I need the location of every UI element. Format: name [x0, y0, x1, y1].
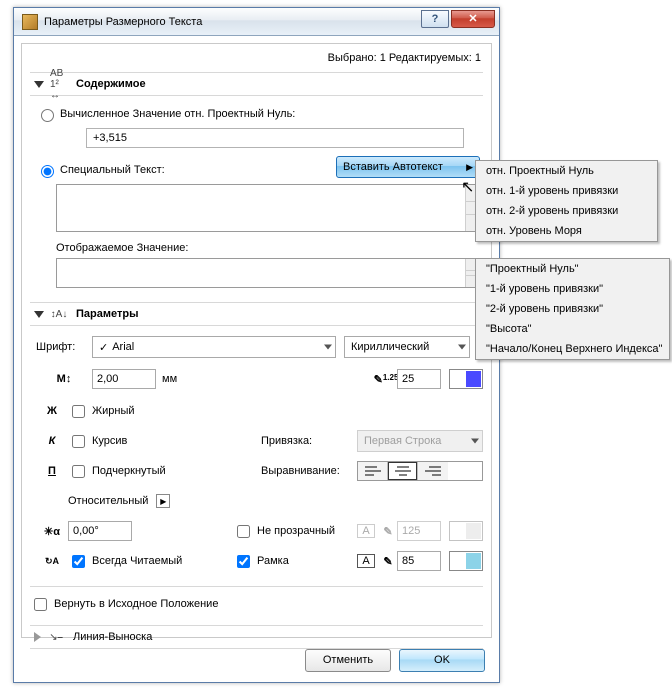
align-left[interactable]: [358, 462, 388, 480]
readable-checkbox[interactable]: [72, 555, 85, 568]
opaque-pen-input: 125: [397, 521, 441, 541]
align-label: Выравнивание:: [261, 465, 357, 477]
italic-checkbox[interactable]: [72, 435, 85, 448]
selection-status: Выбрано: 1 Редактируемых: 1: [30, 50, 483, 72]
opaque-label: Не прозрачный: [257, 525, 357, 537]
frame-pen-color[interactable]: [449, 551, 483, 571]
help-button[interactable]: ?: [421, 10, 449, 28]
computed-value-field: +3,515: [86, 128, 464, 148]
menu-item[interactable]: "Высота": [476, 319, 669, 339]
autotext-popup-2: "Проектный Нуль" "1-й уровень привязки" …: [475, 258, 670, 360]
text-height-input[interactable]: 2,00: [92, 369, 156, 389]
section-params-header[interactable]: ↕A↓ Параметры: [30, 302, 483, 326]
script-combo[interactable]: Кириллический: [344, 336, 470, 358]
pen-icon: ✎1.25: [375, 373, 397, 386]
insert-autotext-label: Вставить Автотекст: [343, 161, 443, 173]
dialog-window: Параметры Размерного Текста ? ✕ Выбрано:…: [13, 7, 500, 683]
text-height-icon: M↕: [36, 373, 92, 385]
special-text-field[interactable]: [56, 184, 483, 232]
text-pen-input[interactable]: 25: [397, 369, 441, 389]
dialog-body: Выбрано: 1 Редактируемых: 1 AB 1²↔ Содер…: [21, 43, 492, 638]
relative-label: Относительный: [68, 495, 148, 507]
radio-computed-row: Вычисленное Значение отн. Проектный Нуль…: [36, 106, 483, 122]
collapse-icon: [34, 81, 44, 88]
bold-checkbox[interactable]: [72, 405, 85, 418]
params-icon: ↕A↓: [50, 307, 68, 321]
displayed-value-label: Отображаемое Значение:: [56, 242, 483, 254]
frame-type-icon[interactable]: A: [357, 554, 375, 568]
content-icon: AB 1²↔: [50, 77, 68, 91]
frame-checkbox[interactable]: [237, 555, 250, 568]
reset-label: Вернуть в Исходное Положение: [54, 598, 218, 610]
font-value: Arial: [112, 341, 134, 353]
font-combo[interactable]: ✓Arial: [92, 336, 336, 358]
radio-computed[interactable]: [41, 109, 54, 122]
underline-icon: П: [36, 465, 68, 477]
radio-special[interactable]: [41, 165, 54, 178]
italic-label: Курсив: [92, 435, 127, 447]
section-params-title: Параметры: [76, 308, 138, 320]
italic-icon: К: [36, 435, 68, 447]
pen-icon: ✎: [379, 555, 397, 568]
menu-item[interactable]: отн. Уровень Моря: [476, 221, 657, 241]
section-content-title: Содержимое: [76, 78, 146, 90]
frame-pen-input[interactable]: 85: [397, 551, 441, 571]
section-content-header[interactable]: AB 1²↔ Содержимое: [30, 72, 483, 96]
bold-icon: Ж: [36, 405, 68, 417]
opaque-pen-color: [449, 521, 483, 541]
window-title: Параметры Размерного Текста: [44, 16, 421, 28]
bold-label: Жирный: [92, 405, 135, 417]
radio-special-label: Специальный Текст:: [60, 164, 165, 176]
displayed-value-field: [56, 258, 483, 288]
insert-autotext-button[interactable]: Вставить Автотекст ▶: [336, 156, 480, 178]
script-value: Кириллический: [351, 341, 429, 353]
menu-item[interactable]: "Проектный Нуль": [476, 259, 669, 279]
align-right[interactable]: [418, 462, 448, 480]
radio-computed-label: Вычисленное Значение отн. Проектный Нуль…: [60, 108, 295, 120]
text-height-unit: мм: [162, 373, 177, 385]
close-button[interactable]: ✕: [451, 10, 495, 28]
readable-label: Всегда Читаемый: [92, 555, 182, 567]
anchor-value: Первая Строка: [364, 435, 441, 447]
menu-item[interactable]: "Начало/Конец Верхнего Индекса": [476, 339, 669, 359]
menu-item[interactable]: отн. Проектный Нуль: [476, 161, 657, 181]
cancel-button[interactable]: Отменить: [305, 649, 391, 672]
angle-icon: ✳α: [36, 525, 68, 538]
dialog-footer: Отменить OK: [14, 638, 499, 682]
autotext-popup-1: отн. Проектный Нуль отн. 1-й уровень при…: [475, 160, 658, 242]
anchor-label: Привязка:: [261, 435, 357, 447]
titlebar[interactable]: Параметры Размерного Текста ? ✕: [14, 8, 499, 36]
chevron-right-icon: ▶: [466, 162, 473, 173]
reset-checkbox[interactable]: [34, 598, 47, 611]
underline-checkbox[interactable]: [72, 465, 85, 478]
align-center[interactable]: [388, 462, 418, 480]
menu-item[interactable]: "1-й уровень привязки": [476, 279, 669, 299]
relative-flyout[interactable]: ▶: [156, 494, 170, 508]
anchor-combo: Первая Строка: [357, 430, 483, 452]
align-toggle[interactable]: [357, 461, 483, 481]
frame-label: Рамка: [257, 555, 357, 567]
ok-button[interactable]: OK: [399, 649, 485, 672]
computed-value: +3,515: [93, 132, 127, 144]
underline-label: Подчеркнутый: [92, 465, 166, 477]
collapse-icon: [34, 311, 44, 318]
angle-input[interactable]: 0,00°: [68, 521, 132, 541]
app-icon: [22, 14, 38, 30]
readable-icon: ↻A: [36, 556, 68, 567]
menu-item[interactable]: отн. 1-й уровень привязки: [476, 181, 657, 201]
menu-item[interactable]: отн. 2-й уровень привязки: [476, 201, 657, 221]
menu-item[interactable]: "2-й уровень привязки": [476, 299, 669, 319]
font-label: Шрифт:: [36, 341, 92, 353]
pen-icon: ✎: [379, 525, 397, 538]
text-pen-color[interactable]: [449, 369, 483, 389]
opaque-checkbox[interactable]: [237, 525, 250, 538]
fill-type-icon: A: [357, 524, 375, 538]
